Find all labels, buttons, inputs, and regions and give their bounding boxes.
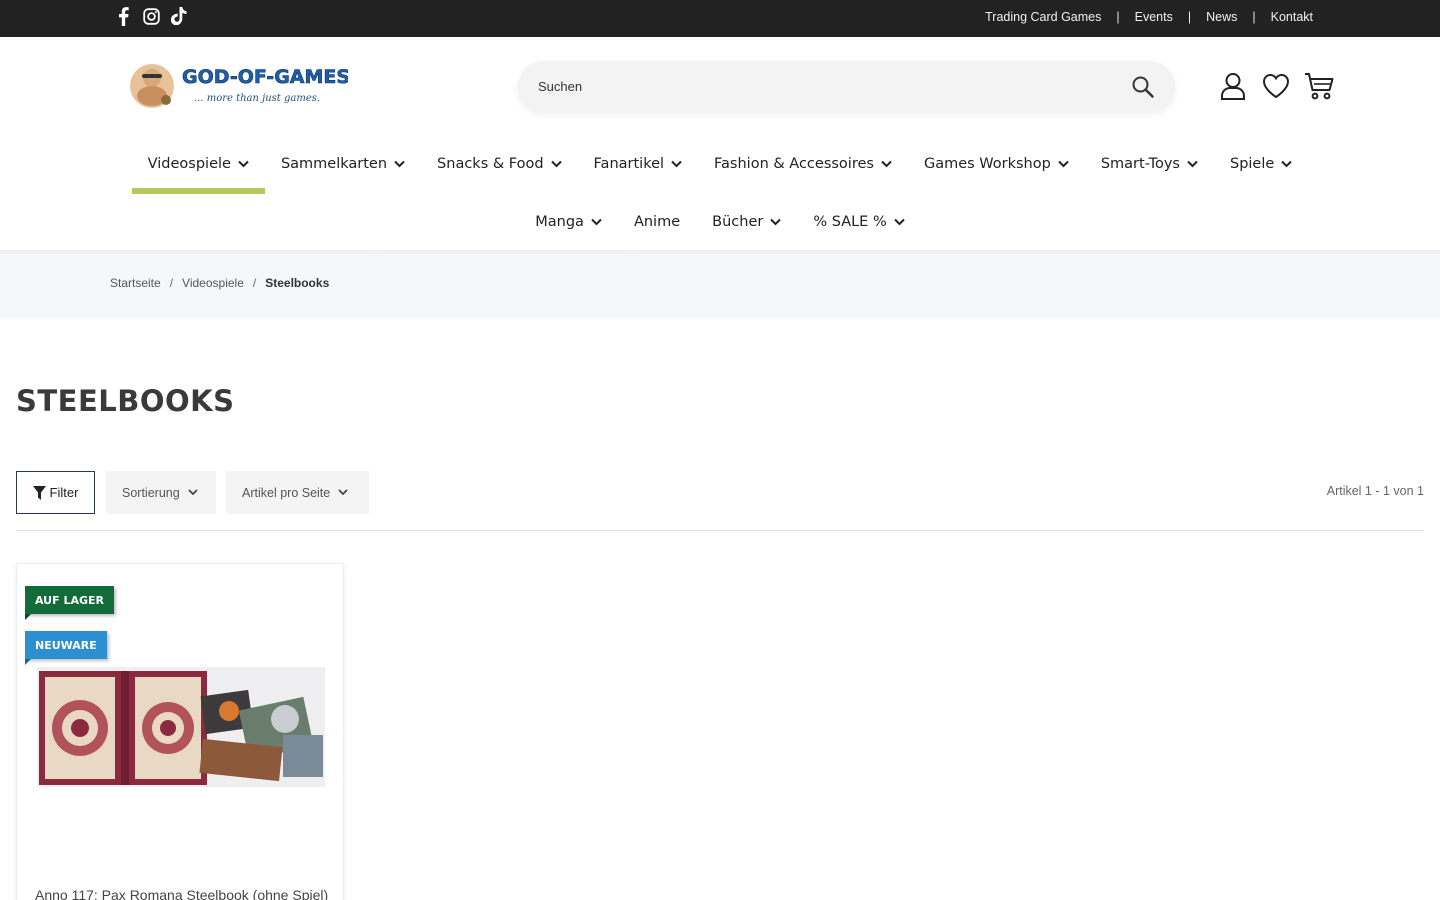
- search-bar: [518, 61, 1175, 112]
- search-input[interactable]: [538, 61, 1118, 112]
- filter-button[interactable]: Filter: [16, 471, 95, 514]
- nav-item-fashion-accessoires[interactable]: Fashion & Accessoires: [698, 154, 908, 174]
- social-links: [114, 6, 188, 26]
- nav-item-videospiele[interactable]: Videospiele: [131, 154, 266, 194]
- nav-item-label: Sammelkarten: [280, 156, 388, 172]
- nav-item-games-workshop[interactable]: Games Workshop: [908, 154, 1085, 174]
- items-per-page-label: Artikel pro Seite: [242, 485, 331, 500]
- cart-icon[interactable]: [1304, 71, 1334, 101]
- result-count: Artikel 1 - 1 von 1: [1326, 484, 1424, 498]
- product-image[interactable]: [37, 667, 325, 787]
- condition-badge: NEUWARE: [25, 631, 107, 665]
- stock-badge: AUF LAGER: [25, 586, 114, 620]
- instagram-icon[interactable]: [142, 6, 160, 26]
- chevron-down-icon: [188, 489, 198, 496]
- product-card[interactable]: AUF LAGER NEUWARE Anno 117: Pax Romana S…: [16, 563, 344, 900]
- nav-item-label: Fashion & Accessoires: [714, 156, 874, 172]
- svg-text:GOD-OF-GAMES.DE: GOD-OF-GAMES.DE: [182, 66, 348, 88]
- page-title: STEELBOOKS: [16, 384, 235, 418]
- chevron-down-icon: [550, 160, 562, 168]
- chevron-down-icon: [881, 160, 892, 168]
- sort-dropdown[interactable]: Sortierung: [106, 471, 216, 514]
- divider: [16, 530, 1424, 531]
- chevron-down-icon: [770, 218, 782, 226]
- nav-item-label: Snacks & Food: [437, 156, 544, 172]
- nav-item-smart-toys[interactable]: Smart-Toys: [1085, 154, 1214, 174]
- breadcrumb-bar: Startseite / Videospiele / Steelbooks: [0, 251, 1440, 318]
- chevron-down-icon: [238, 160, 249, 168]
- account-icon[interactable]: [1218, 71, 1248, 101]
- nav-row-2: Manga Anime Bücher % SALE %: [0, 212, 1440, 232]
- search-icon[interactable]: [1131, 75, 1155, 99]
- nav-item-label: % SALE %: [813, 214, 887, 230]
- svg-text:... more than just games.: ... more than just games.: [194, 93, 320, 104]
- chevron-down-icon: [671, 160, 682, 168]
- nav-item-buecher[interactable]: Bücher: [696, 212, 797, 232]
- product-name[interactable]: Anno 117: Pax Romana Steelbook (ohne Spi…: [35, 887, 335, 900]
- breadcrumb: Startseite / Videospiele / Steelbooks: [110, 276, 329, 290]
- tiktok-icon[interactable]: [170, 6, 188, 26]
- nav-item-label: Manga: [535, 214, 584, 230]
- nav-item-label: Videospiele: [147, 156, 231, 172]
- divider: |: [1187, 10, 1192, 24]
- chevron-down-icon: [591, 218, 602, 226]
- filter-button-label: Filter: [49, 485, 79, 500]
- toplink-kontakt[interactable]: Kontakt: [1271, 10, 1313, 24]
- main-navigation: Videospiele Sammelkarten Snacks & Food F…: [0, 140, 1440, 250]
- breadcrumb-current: Steelbooks: [265, 276, 330, 290]
- nav-item-anime[interactable]: Anime: [618, 212, 696, 232]
- nav-item-spiele[interactable]: Spiele: [1214, 154, 1308, 174]
- breadcrumb-separator: /: [252, 276, 257, 290]
- breadcrumb-videospiele[interactable]: Videospiele: [182, 276, 244, 290]
- filter-icon: [32, 485, 46, 500]
- chevron-down-icon: [1281, 160, 1293, 168]
- divider: |: [1116, 10, 1120, 24]
- toplink-events[interactable]: Events: [1135, 10, 1173, 24]
- chevron-down-icon: [338, 489, 348, 496]
- nav-item-label: Fanartikel: [593, 156, 665, 172]
- nav-item-label: Anime: [633, 214, 681, 230]
- breadcrumb-startseite[interactable]: Startseite: [110, 276, 161, 290]
- nav-item-manga[interactable]: Manga: [519, 212, 618, 232]
- divider: |: [1252, 10, 1256, 24]
- nav-item-snacks-food[interactable]: Snacks & Food: [421, 154, 578, 174]
- facebook-icon[interactable]: [114, 6, 132, 26]
- header-icons: [1218, 71, 1334, 101]
- items-per-page-dropdown[interactable]: Artikel pro Seite: [226, 471, 369, 514]
- nav-row-1: Videospiele Sammelkarten Snacks & Food F…: [0, 154, 1440, 194]
- nav-item-label: Spiele: [1230, 156, 1275, 172]
- nav-shadow: [0, 250, 1440, 256]
- top-bar: Trading Card Games | Events | News | Kon…: [0, 0, 1440, 37]
- sort-dropdown-label: Sortierung: [122, 485, 180, 500]
- nav-item-label: Smart-Toys: [1100, 156, 1180, 172]
- top-links: Trading Card Games | Events | News | Kon…: [985, 10, 1313, 24]
- chevron-down-icon: [1058, 160, 1069, 168]
- site-logo[interactable]: GOD-OF-GAMES.DE ... more than just games…: [126, 56, 386, 116]
- nav-item-sale[interactable]: % SALE %: [797, 212, 920, 232]
- chevron-down-icon: [394, 160, 405, 168]
- nav-item-fanartikel[interactable]: Fanartikel: [578, 154, 698, 174]
- wishlist-heart-icon[interactable]: [1261, 71, 1291, 101]
- nav-item-label: Games Workshop: [923, 156, 1051, 172]
- chevron-down-icon: [1187, 160, 1198, 168]
- nav-item-label: Bücher: [712, 214, 764, 230]
- toplink-news[interactable]: News: [1206, 10, 1237, 24]
- chevron-down-icon: [894, 218, 905, 226]
- toplink-trading-card-games[interactable]: Trading Card Games: [985, 10, 1101, 24]
- nav-item-sammelkarten[interactable]: Sammelkarten: [265, 154, 421, 174]
- breadcrumb-separator: /: [169, 276, 174, 290]
